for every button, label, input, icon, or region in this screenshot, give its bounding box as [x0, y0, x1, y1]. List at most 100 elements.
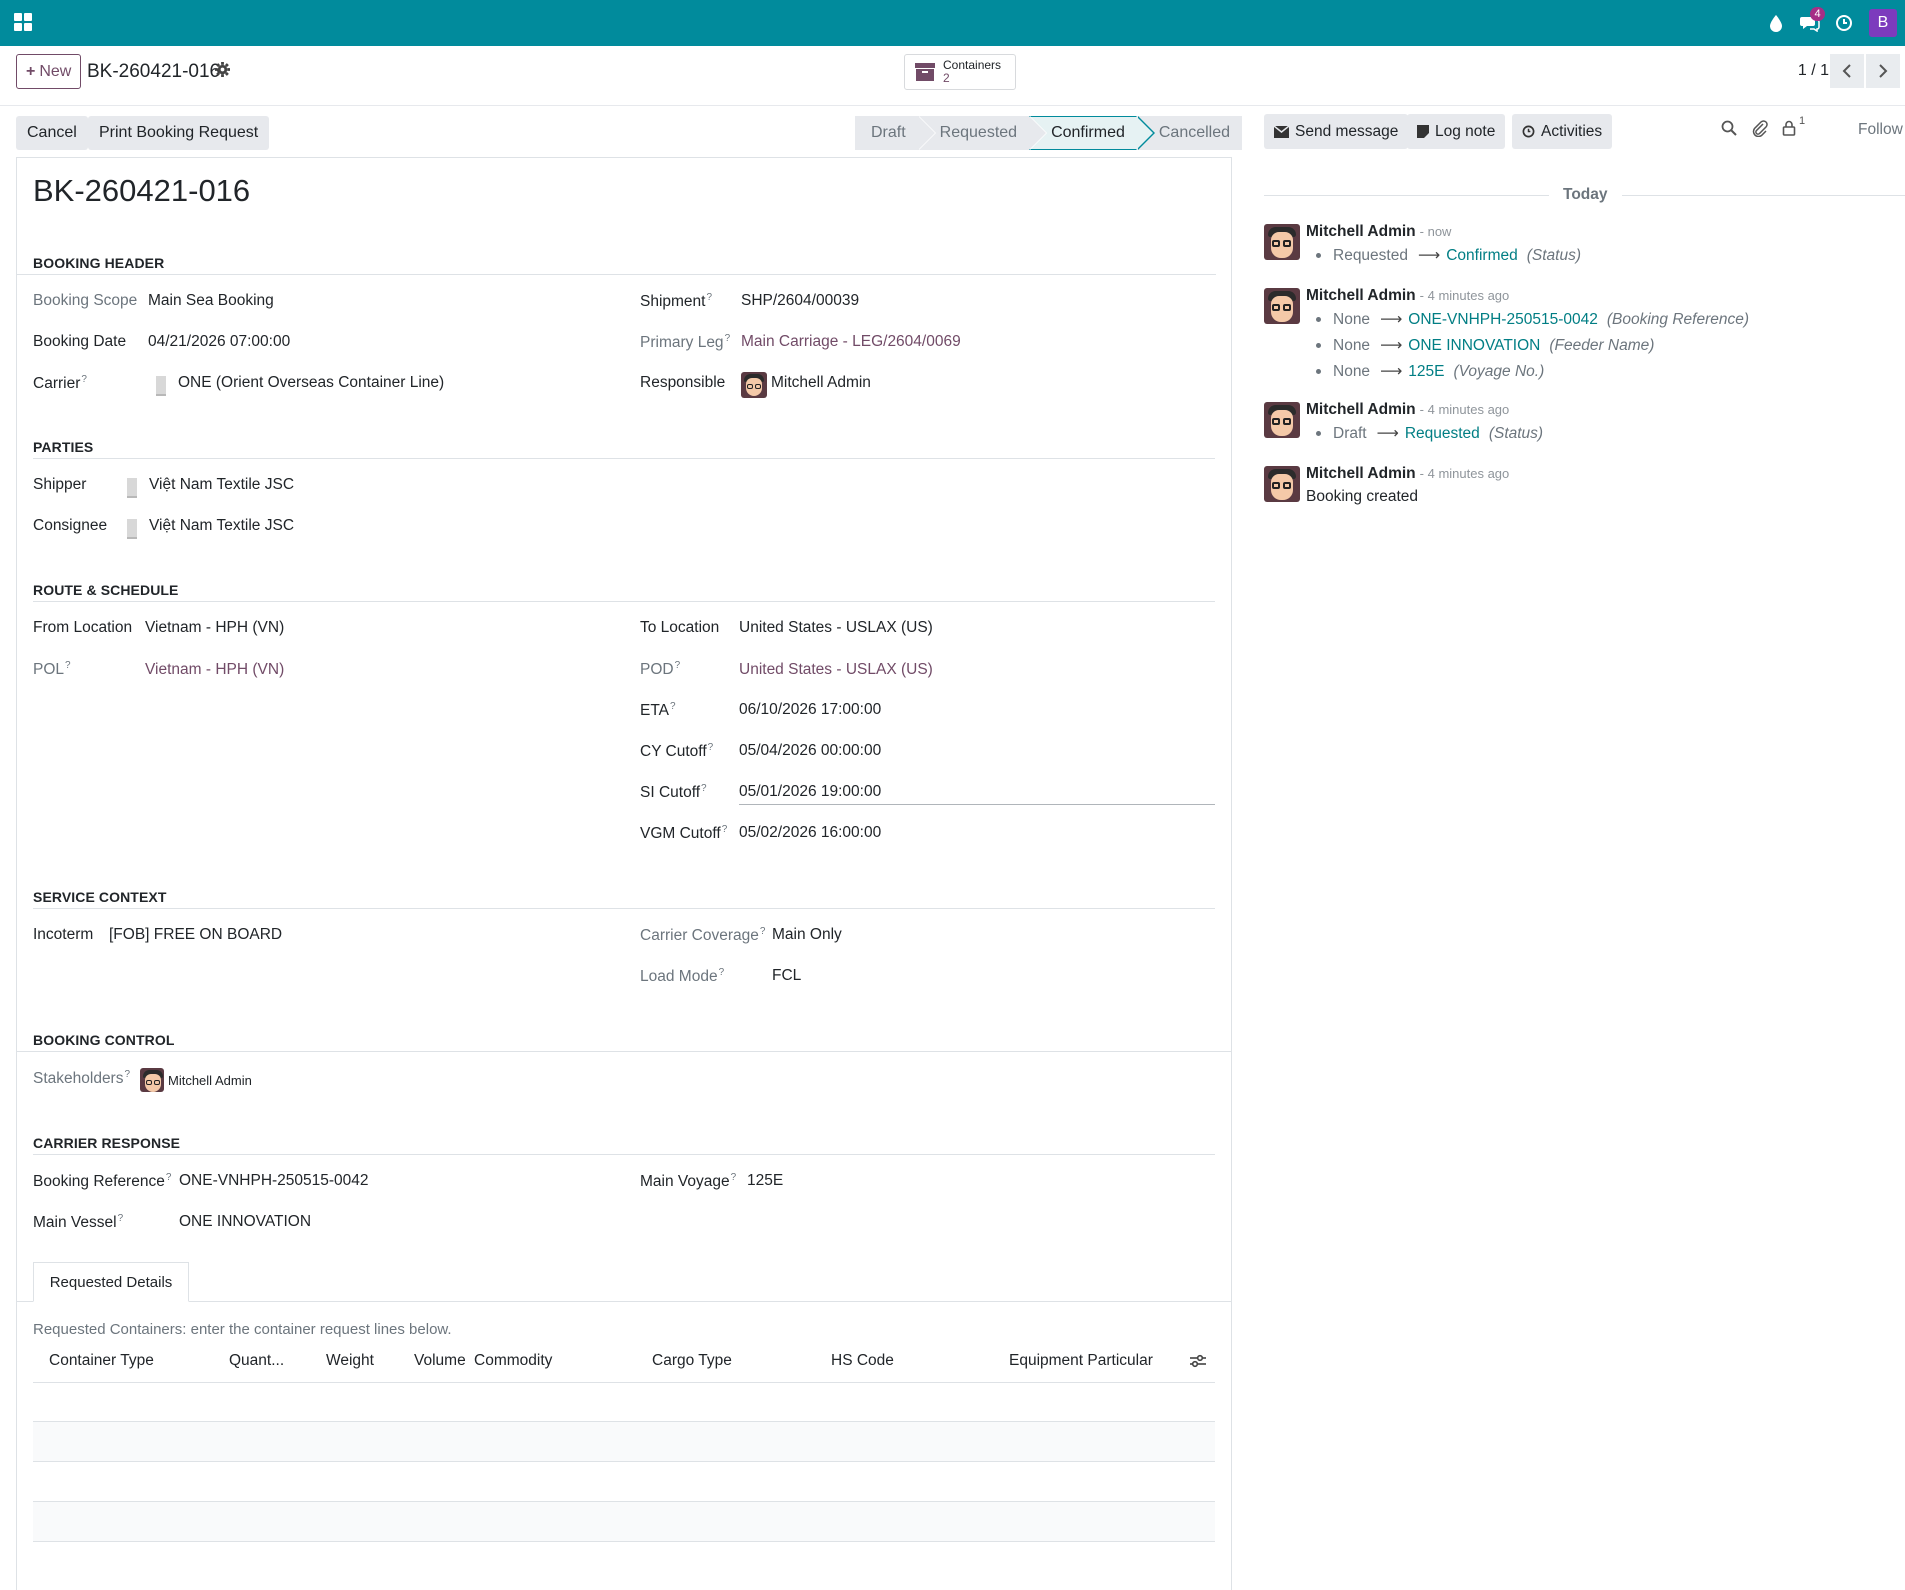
paperclip-icon[interactable] [1752, 120, 1768, 142]
search-icon[interactable] [1721, 120, 1737, 141]
shipment-field[interactable]: SHP/2604/00039 [741, 292, 859, 310]
message-author[interactable]: Mitchell Admin - 4 minutes ago [1306, 401, 1509, 419]
cy-cutoff-field[interactable]: 05/04/2026 00:00:00 [739, 742, 881, 760]
pager-value[interactable]: 1 / 1 [1798, 62, 1829, 80]
section-parties: PARTIES [33, 439, 94, 455]
user-avatar[interactable]: B [1869, 9, 1897, 37]
pager-previous-button[interactable] [1830, 54, 1864, 88]
eta-field[interactable]: 06/10/2026 17:00:00 [739, 701, 881, 719]
column-container-type[interactable]: Container Type [49, 1352, 154, 1370]
activities-button[interactable]: Activities [1512, 114, 1613, 149]
status-draft[interactable]: Draft [855, 116, 936, 150]
pager-next-button[interactable] [1866, 54, 1900, 88]
booking-date-field[interactable]: 04/21/2026 07:00:00 [148, 333, 290, 351]
responsible-label: Responsible [640, 374, 726, 391]
message-time: - now [1419, 224, 1452, 239]
pol-link[interactable]: Vietnam - HPH (VN) [145, 661, 284, 679]
log-note-button[interactable]: Log note [1407, 114, 1506, 149]
author-avatar[interactable] [1264, 288, 1300, 324]
building-icon [156, 376, 166, 396]
author-avatar[interactable] [1264, 402, 1300, 438]
carrier-field[interactable]: ONE (Orient Overseas Container Line) [178, 374, 444, 392]
column-volume[interactable]: Volume [414, 1352, 466, 1370]
smart-button-label: Containers [943, 58, 1002, 72]
main-voyage-field[interactable]: 125E [747, 1172, 783, 1190]
message-author[interactable]: Mitchell Admin - 4 minutes ago [1306, 465, 1509, 483]
from-location-field[interactable]: Vietnam - HPH (VN) [145, 619, 284, 637]
tracking-value: Draft ⟶ Requested (Status) [1316, 424, 1543, 443]
message-author[interactable]: Mitchell Admin - 4 minutes ago [1306, 287, 1509, 305]
follow-button[interactable]: Follow [1858, 121, 1903, 139]
main-voyage-label: Main Voyage? [640, 1172, 737, 1191]
user-menu[interactable]: B [1861, 0, 1905, 46]
load-mode-label: Load Mode? [640, 967, 725, 986]
column-quantity[interactable]: Quant... [229, 1352, 284, 1370]
pod-link[interactable]: United States - USLAX (US) [739, 661, 933, 679]
section-divider [16, 1051, 1232, 1052]
message-author[interactable]: Mitchell Admin - now [1306, 223, 1451, 241]
gear-icon[interactable] [215, 62, 230, 82]
load-mode-field[interactable]: FCL [772, 967, 801, 985]
new-button[interactable]: + New [16, 54, 82, 89]
cy-cutoff-label: CY Cutoff? [640, 742, 714, 761]
drop-icon[interactable] [1759, 0, 1793, 46]
main-vessel-field[interactable]: ONE INNOVATION [179, 1213, 311, 1231]
column-cargo-type[interactable]: Cargo Type [652, 1352, 732, 1370]
si-cutoff-label: SI Cutoff? [640, 783, 707, 802]
clock-icon[interactable] [1827, 0, 1861, 46]
consignee-field[interactable]: Việt Nam Textile JSC [149, 517, 294, 535]
print-booking-request-button[interactable]: Print Booking Request [88, 116, 270, 150]
shipment-label: Shipment? [640, 292, 713, 311]
to-location-field[interactable]: United States - USLAX (US) [739, 619, 933, 637]
column-weight[interactable]: Weight [326, 1352, 374, 1370]
send-message-label: Send message [1295, 122, 1399, 140]
section-carrier-response: CARRIER RESPONSE [33, 1135, 181, 1151]
booking-reference-field[interactable]: ONE-VNHPH-250515-0042 [179, 1172, 369, 1190]
carrier-coverage-label: Carrier Coverage? [640, 926, 766, 945]
optional-columns-icon[interactable] [1189, 1353, 1207, 1374]
followers-lock-icon[interactable] [1782, 120, 1796, 141]
control-panel: + New BK-260421-016 Containers 2 1 / 1 [0, 46, 1905, 106]
primary-leg-link[interactable]: Main Carriage - LEG/2604/0069 [741, 333, 961, 351]
eta-label: ETA? [640, 701, 676, 720]
booking-scope-field[interactable]: Main Sea Booking [148, 292, 274, 310]
si-cutoff-field[interactable]: 05/01/2026 19:00:00 [739, 783, 881, 801]
requested-containers-hint: Requested Containers: enter the containe… [33, 1321, 452, 1338]
table-row [33, 1461, 1215, 1462]
top-navbar: 4 B [0, 0, 1905, 46]
stakeholders-label: Stakeholders? [33, 1069, 131, 1088]
booking-date-label: Booking Date [33, 333, 127, 350]
carrier-coverage-field[interactable]: Main Only [772, 926, 842, 944]
apps-menu-icon[interactable] [14, 13, 32, 31]
chevron-left-icon [1842, 64, 1851, 78]
column-commodity[interactable]: Commodity [474, 1352, 552, 1370]
send-message-button[interactable]: Send message [1264, 114, 1409, 149]
column-equipment-particular[interactable]: Equipment Particular [1009, 1352, 1153, 1370]
shipper-label: Shipper [33, 476, 87, 493]
tab-divider [16, 1301, 1232, 1302]
from-location-label: From Location [33, 619, 133, 636]
stakeholder-avatar [140, 1068, 164, 1092]
vgm-cutoff-label: VGM Cutoff? [640, 824, 728, 843]
cancel-button[interactable]: Cancel [16, 116, 88, 150]
primary-leg-label: Primary Leg? [640, 333, 731, 352]
pol-label: POL? [33, 660, 71, 679]
incoterm-field[interactable]: [FOB] FREE ON BOARD [109, 926, 282, 944]
containers-smart-button[interactable]: Containers 2 [904, 54, 1016, 90]
responsible-field[interactable]: Mitchell Admin [771, 374, 871, 392]
tab-requested-details[interactable]: Requested Details [33, 1262, 189, 1302]
author-avatar[interactable] [1264, 224, 1300, 260]
tracking-value: None ⟶ 125E (Voyage No.) [1316, 362, 1544, 381]
stakeholder-tag[interactable]: Mitchell Admin [168, 1073, 252, 1088]
vgm-cutoff-field[interactable]: 05/02/2026 16:00:00 [739, 824, 881, 842]
table-header-divider [33, 1382, 1215, 1383]
author-avatar[interactable] [1264, 466, 1300, 502]
messaging-icon[interactable]: 4 [1793, 0, 1827, 46]
column-hs-code[interactable]: HS Code [831, 1352, 894, 1370]
incoterm-label: Incoterm [33, 926, 94, 943]
section-service-context: SERVICE CONTEXT [33, 889, 167, 905]
tracking-value: None ⟶ ONE-VNHPH-250515-0042 (Booking Refer… [1316, 310, 1749, 329]
shipper-field[interactable]: Việt Nam Textile JSC [149, 476, 294, 494]
section-divider [33, 601, 1215, 602]
note-icon [1417, 125, 1429, 138]
